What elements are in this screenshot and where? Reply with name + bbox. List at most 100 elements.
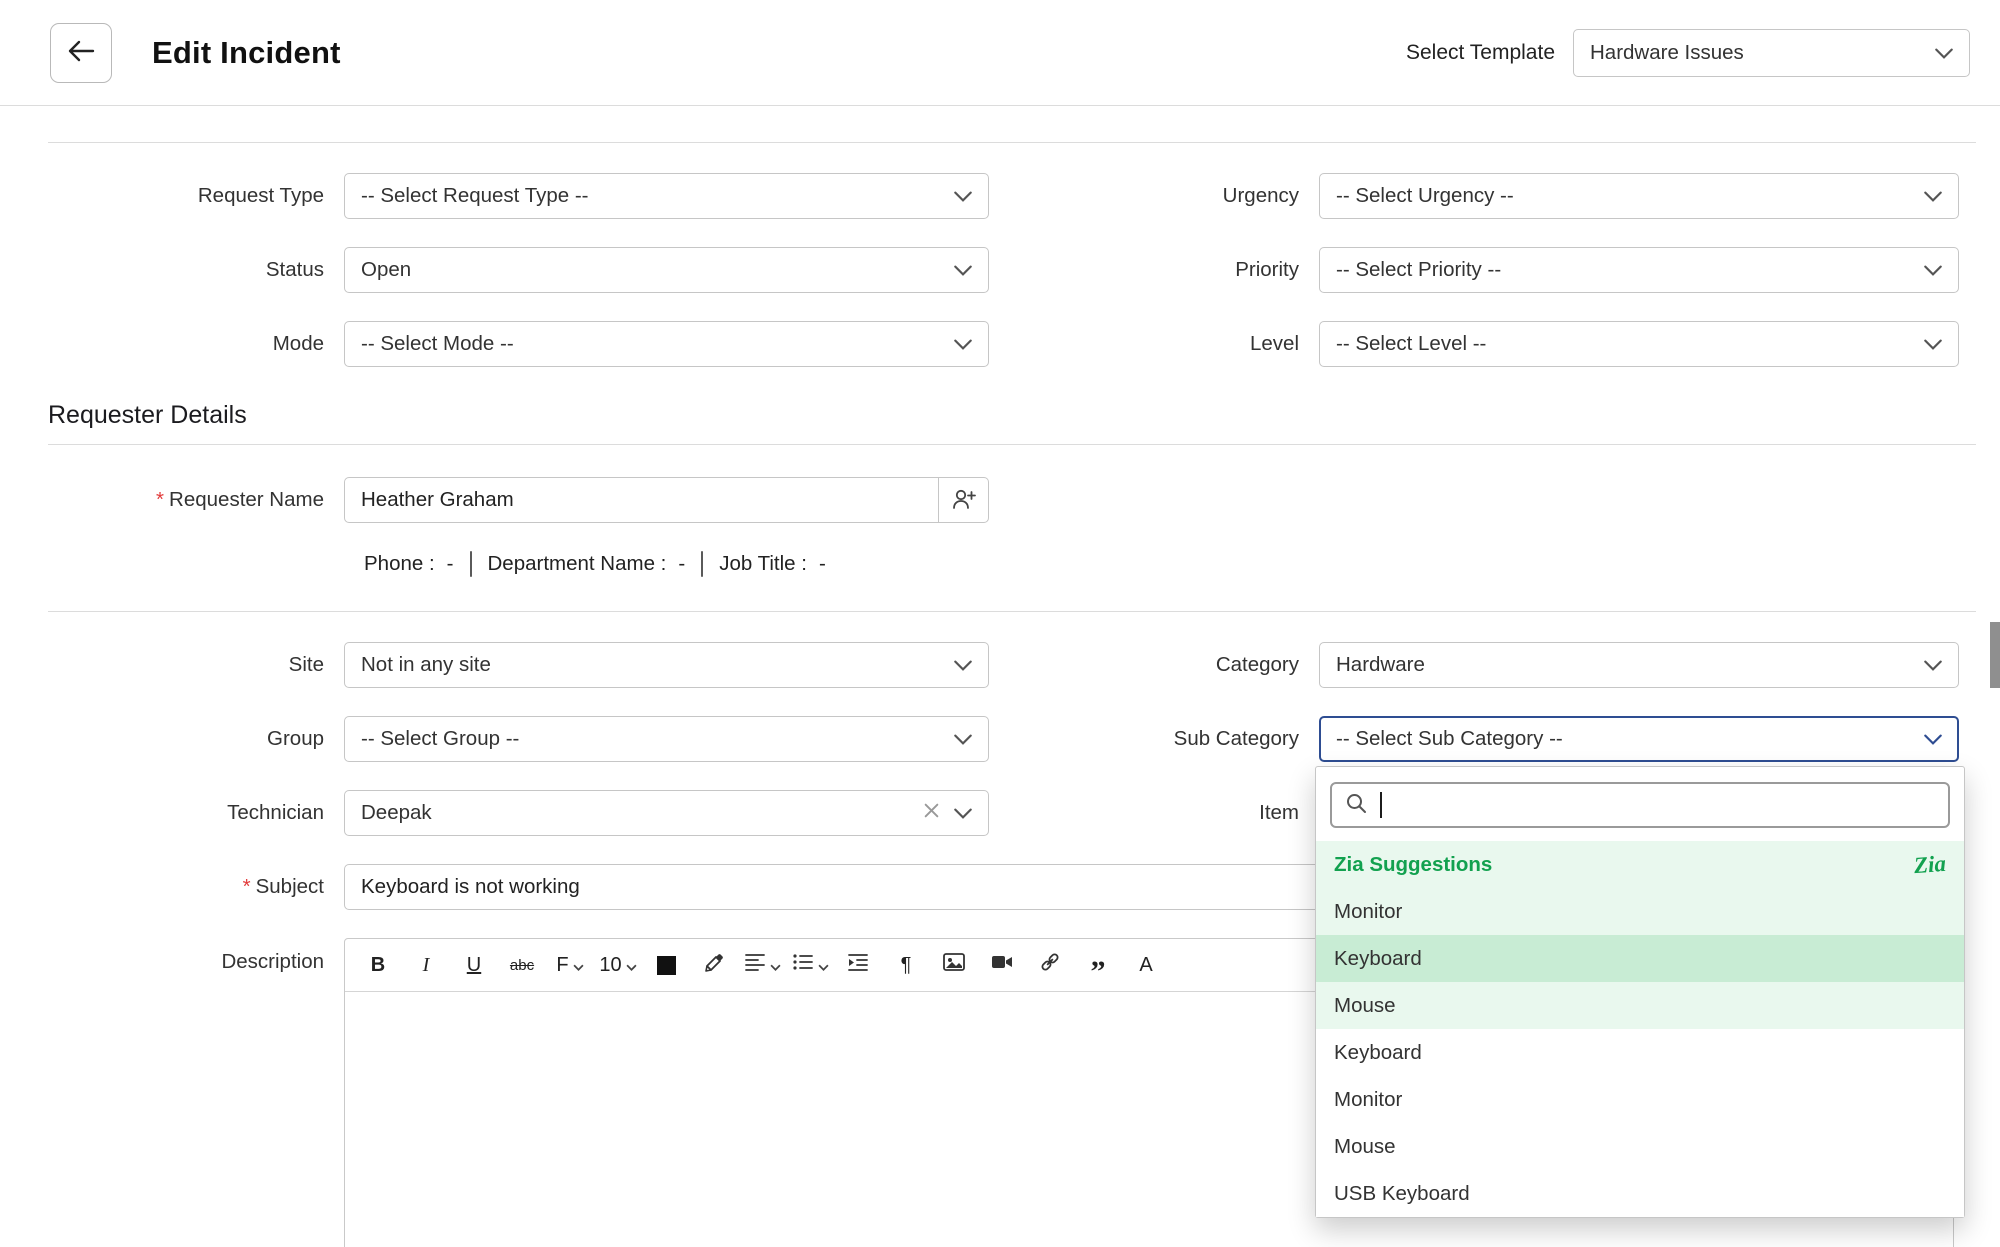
clear-icon[interactable] xyxy=(923,801,940,825)
level-label: Level xyxy=(989,332,1319,356)
person-add-icon xyxy=(950,487,978,514)
technician-value: Deepak xyxy=(361,801,432,825)
blockquote-button[interactable]: ” xyxy=(1077,945,1119,985)
status-value: Open xyxy=(361,258,411,282)
dropdown-search-box[interactable] xyxy=(1330,782,1950,828)
link-icon xyxy=(1038,951,1062,979)
subcategory-value: -- Select Sub Category -- xyxy=(1336,727,1563,751)
align-button[interactable] xyxy=(741,945,783,985)
divider xyxy=(470,551,472,577)
highlighter-icon xyxy=(702,950,726,980)
status-label: Status xyxy=(48,258,344,282)
search-icon xyxy=(1344,791,1368,820)
dropdown-item-keyboard[interactable]: Keyboard xyxy=(1316,1029,1964,1076)
urgency-label: Urgency xyxy=(989,184,1319,208)
caret-down-icon xyxy=(573,954,584,977)
dropdown-suggestion-monitor[interactable]: Monitor xyxy=(1316,888,1964,935)
page-scrollbar-thumb[interactable] xyxy=(1990,622,2000,688)
technician-select[interactable]: Deepak xyxy=(344,790,989,836)
chevron-down-icon xyxy=(1924,653,1942,677)
divider xyxy=(48,611,1976,612)
request-type-value: -- Select Request Type -- xyxy=(361,184,589,208)
paragraph-direction-button[interactable]: ¶ xyxy=(885,945,927,985)
request-type-select[interactable]: -- Select Request Type -- xyxy=(344,173,989,219)
italic-button[interactable]: I xyxy=(405,945,447,985)
indent-icon xyxy=(847,952,869,978)
phone-label: Phone : xyxy=(364,552,435,576)
caret-down-icon xyxy=(770,954,781,977)
chevron-down-icon xyxy=(954,727,972,751)
font-size-button[interactable]: 10 xyxy=(597,945,639,985)
category-label: Category xyxy=(989,653,1319,677)
site-select[interactable]: Not in any site xyxy=(344,642,989,688)
site-label: Site xyxy=(48,653,344,677)
page-title: Edit Incident xyxy=(152,35,341,71)
template-select-value: Hardware Issues xyxy=(1590,41,1744,65)
strikethrough-button[interactable]: abc xyxy=(501,945,543,985)
category-select[interactable]: Hardware xyxy=(1319,642,1959,688)
dropdown-search-input[interactable] xyxy=(1394,784,1936,826)
subcategory-select[interactable]: -- Select Sub Category -- xyxy=(1319,716,1959,762)
requester-name-label: *Requester Name xyxy=(48,488,344,512)
dropdown-item-mouse[interactable]: Mouse xyxy=(1316,1123,1964,1170)
top-field-grid: Request Type -- Select Request Type -- U… xyxy=(48,173,1976,367)
required-marker: * xyxy=(156,488,164,511)
chevron-down-icon xyxy=(1924,727,1942,751)
requester-info-line: Phone :- Department Name :- Job Title :- xyxy=(364,551,1976,577)
subcategory-dropdown-panel: Zia Suggestions Zia Monitor Keyboard Mou… xyxy=(1315,766,1965,1218)
group-label: Group xyxy=(48,727,344,751)
insert-image-button[interactable] xyxy=(933,945,975,985)
back-button[interactable] xyxy=(50,23,112,83)
chevron-down-icon xyxy=(954,801,972,825)
status-select[interactable]: Open xyxy=(344,247,989,293)
site-value: Not in any site xyxy=(361,653,491,677)
mode-value: -- Select Mode -- xyxy=(361,332,514,356)
more-format-button[interactable]: A xyxy=(1125,945,1167,985)
group-select[interactable]: -- Select Group -- xyxy=(344,716,989,762)
chevron-down-icon xyxy=(954,184,972,208)
dropdown-item-monitor[interactable]: Monitor xyxy=(1316,1076,1964,1123)
level-select[interactable]: -- Select Level -- xyxy=(1319,321,1959,367)
chevron-down-icon xyxy=(954,653,972,677)
bold-button[interactable]: B xyxy=(357,945,399,985)
zia-suggestions-title: Zia Suggestions xyxy=(1334,853,1492,877)
phone-value: - xyxy=(447,552,454,576)
detail-field-grid: Site Not in any site Category Hardware G… xyxy=(48,642,1976,1247)
mode-label: Mode xyxy=(48,332,344,356)
dropdown-item-usb-keyboard[interactable]: USB Keyboard xyxy=(1316,1170,1964,1217)
mode-select[interactable]: -- Select Mode -- xyxy=(344,321,989,367)
chevron-down-icon xyxy=(1924,258,1942,282)
video-camera-icon xyxy=(990,952,1014,978)
underline-button[interactable]: U xyxy=(453,945,495,985)
zia-suggestions-header: Zia Suggestions Zia xyxy=(1316,841,1964,888)
item-label: Item xyxy=(989,801,1319,825)
insert-link-button[interactable] xyxy=(1029,945,1071,985)
chevron-down-icon xyxy=(1935,41,1953,65)
image-icon xyxy=(942,951,966,979)
job-title-label: Job Title : xyxy=(719,552,807,576)
list-button[interactable] xyxy=(789,945,831,985)
technician-label: Technician xyxy=(48,801,344,825)
template-select[interactable]: Hardware Issues xyxy=(1573,29,1970,77)
department-value: - xyxy=(678,552,685,576)
group-value: -- Select Group -- xyxy=(361,727,519,751)
insert-video-button[interactable] xyxy=(981,945,1023,985)
chevron-down-icon xyxy=(954,258,972,282)
dropdown-suggestion-keyboard[interactable]: Keyboard xyxy=(1316,935,1964,982)
zia-logo-icon: Zia xyxy=(1913,850,1947,878)
dropdown-suggestion-mouse[interactable]: Mouse xyxy=(1316,982,1964,1029)
requester-name-input[interactable] xyxy=(344,477,939,523)
font-color-button[interactable] xyxy=(645,945,687,985)
urgency-select[interactable]: -- Select Urgency -- xyxy=(1319,173,1959,219)
add-requester-button[interactable] xyxy=(939,477,989,523)
chevron-down-icon xyxy=(1924,332,1942,356)
priority-select[interactable]: -- Select Priority -- xyxy=(1319,247,1959,293)
form-content: Request Type -- Select Request Type -- U… xyxy=(0,142,2000,1247)
divider xyxy=(48,444,1976,445)
category-value: Hardware xyxy=(1336,653,1425,677)
urgency-value: -- Select Urgency -- xyxy=(1336,184,1514,208)
indent-button[interactable] xyxy=(837,945,879,985)
font-family-button[interactable]: F xyxy=(549,945,591,985)
highlight-button[interactable] xyxy=(693,945,735,985)
caret-down-icon xyxy=(626,954,637,977)
